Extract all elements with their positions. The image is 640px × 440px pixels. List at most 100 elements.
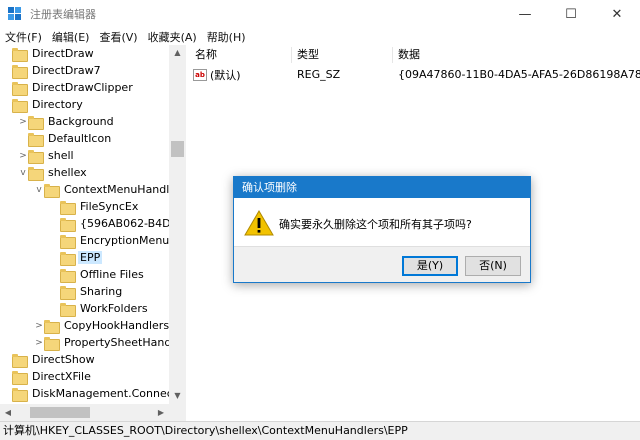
tree-item-label: WorkFolders <box>80 302 148 315</box>
tree-item[interactable]: DirectXFile <box>2 368 93 385</box>
tree-item-label: Sharing <box>80 285 123 298</box>
menu-help[interactable]: 帮助(H) <box>202 29 251 45</box>
tree-item[interactable]: v shellex <box>18 164 89 181</box>
scroll-up-icon[interactable]: ▲ <box>169 45 186 61</box>
menu-bar: 文件(F) 编辑(E) 查看(V) 收藏夹(A) 帮助(H) <box>0 28 640 45</box>
folder-icon <box>60 217 76 232</box>
tree-item-label: Offline Files <box>80 268 144 281</box>
value-name: (默认) <box>210 68 241 82</box>
tree-item[interactable]: DiskManagement.Connection <box>2 385 185 402</box>
folder-icon <box>60 251 76 266</box>
tree-item[interactable]: {596AB062-B4D2-42 <box>50 215 185 232</box>
folder-icon <box>12 64 28 79</box>
tree-item-label: shell <box>48 149 74 162</box>
tree-item-label: DirectShow <box>32 353 95 366</box>
close-button[interactable]: ✕ <box>594 0 640 28</box>
tree-item-label: DirectDraw <box>32 47 94 60</box>
tree-item[interactable]: > CopyHookHandlers <box>34 317 171 334</box>
tree-item[interactable]: EPP <box>50 249 103 266</box>
scroll-right-icon[interactable]: ▶ <box>153 404 169 421</box>
tree-item-label: EncryptionMenu <box>80 234 170 247</box>
confirm-delete-dialog: 确认项删除 确实要永久删除这个项和所有其子项吗? 是(Y) 否(N) <box>233 176 531 283</box>
column-name[interactable]: 名称 <box>190 47 292 63</box>
tree-item[interactable]: DefaultIcon <box>18 130 113 147</box>
folder-icon <box>28 149 44 164</box>
tree-item-label: ContextMenuHandlers <box>64 183 186 196</box>
folder-icon <box>44 183 60 198</box>
hscroll-thumb[interactable] <box>30 407 90 418</box>
tree-item[interactable]: EncryptionMenu <box>50 232 171 249</box>
folder-icon <box>60 302 76 317</box>
tree-item-label: CopyHookHandlers <box>64 319 170 332</box>
tree-item[interactable]: DirectDraw <box>2 45 96 62</box>
tree-item[interactable]: DirectShow <box>2 351 97 368</box>
menu-favorites[interactable]: 收藏夹(A) <box>143 29 202 45</box>
chevron-right-icon[interactable]: > <box>34 321 44 331</box>
tree-item-label: PropertySheetHandlers <box>64 336 186 349</box>
chevron-right-icon[interactable]: > <box>18 117 28 127</box>
tree-item-label: Background <box>48 115 114 128</box>
tree-item[interactable]: WorkFolders <box>50 300 150 317</box>
chevron-down-icon[interactable]: v <box>34 185 44 195</box>
tree-item[interactable]: FileSyncEx <box>50 198 140 215</box>
tree-item[interactable]: > PropertySheetHandlers <box>34 334 186 351</box>
tree-item-label: Directory <box>32 98 83 111</box>
chevron-down-icon[interactable]: v <box>18 168 28 178</box>
status-bar: 计算机\HKEY_CLASSES_ROOT\Directory\shellex\… <box>0 421 640 440</box>
menu-edit[interactable]: 编辑(E) <box>47 29 95 45</box>
tree-item-label: FileSyncEx <box>80 200 139 213</box>
value-data: {09A47860-11B0-4DA5-AFA5-26D86198A780} <box>398 68 640 81</box>
minimize-button[interactable]: — <box>502 0 548 28</box>
scroll-left-icon[interactable]: ◀ <box>0 404 16 421</box>
scroll-thumb[interactable] <box>171 141 184 157</box>
no-button[interactable]: 否(N) <box>465 256 521 276</box>
folder-icon <box>28 115 44 130</box>
value-row[interactable]: ab (默认) <box>193 66 241 83</box>
folder-icon <box>44 336 60 351</box>
title-bar: 注册表编辑器 — ☐ ✕ <box>0 0 640 28</box>
tree-item-label: DirectDrawClipper <box>32 81 133 94</box>
warning-icon <box>244 210 274 236</box>
folder-icon <box>44 319 60 334</box>
tree-item-label: DefaultIcon <box>48 132 112 145</box>
tree-item[interactable]: DirectDrawClipper <box>2 79 135 96</box>
maximize-button[interactable]: ☐ <box>548 0 594 28</box>
folder-icon <box>60 234 76 249</box>
chevron-right-icon[interactable]: > <box>34 338 44 348</box>
menu-view[interactable]: 查看(V) <box>94 29 142 45</box>
folder-icon <box>12 387 28 402</box>
dialog-title: 确认项删除 <box>234 177 530 198</box>
folder-icon <box>12 353 28 368</box>
folder-icon <box>12 81 28 96</box>
folder-icon <box>60 200 76 215</box>
tree-item-label: shellex <box>48 166 87 179</box>
tree-item[interactable]: Offline Files <box>50 266 146 283</box>
folder-icon <box>28 132 44 147</box>
tree-item[interactable]: Directory <box>2 96 85 113</box>
folder-icon <box>60 268 76 283</box>
value-type: REG_SZ <box>297 68 341 81</box>
tree-item[interactable]: v ContextMenuHandlers <box>34 181 186 198</box>
menu-file[interactable]: 文件(F) <box>0 29 47 45</box>
tree-item[interactable]: Sharing <box>50 283 124 300</box>
tree-horizontal-scrollbar[interactable]: ◀ ▶ <box>0 404 186 421</box>
tree-item-label: DirectDraw7 <box>32 64 101 77</box>
folder-icon <box>12 370 28 385</box>
scroll-down-icon[interactable]: ▼ <box>169 388 186 404</box>
registry-tree[interactable]: DirectDraw DirectDraw7 DirectDrawClipper Di… <box>0 45 186 421</box>
folder-icon <box>12 47 28 62</box>
column-data[interactable]: 数据 <box>393 47 640 63</box>
chevron-right-icon[interactable]: > <box>18 151 28 161</box>
tree-item[interactable]: DirectDraw7 <box>2 62 103 79</box>
folder-icon <box>60 285 76 300</box>
folder-icon <box>28 166 44 181</box>
tree-item[interactable]: > Background <box>18 113 116 130</box>
tree-item-label: EPP <box>78 251 103 264</box>
column-type[interactable]: 类型 <box>292 47 393 63</box>
window-title: 注册表编辑器 <box>30 8 96 21</box>
tree-item[interactable]: > shell <box>18 147 76 164</box>
tree-vertical-scrollbar[interactable]: ▲ ▼ <box>169 45 186 404</box>
yes-button[interactable]: 是(Y) <box>402 256 458 276</box>
regedit-app-icon <box>8 7 22 21</box>
folder-icon <box>12 98 28 113</box>
